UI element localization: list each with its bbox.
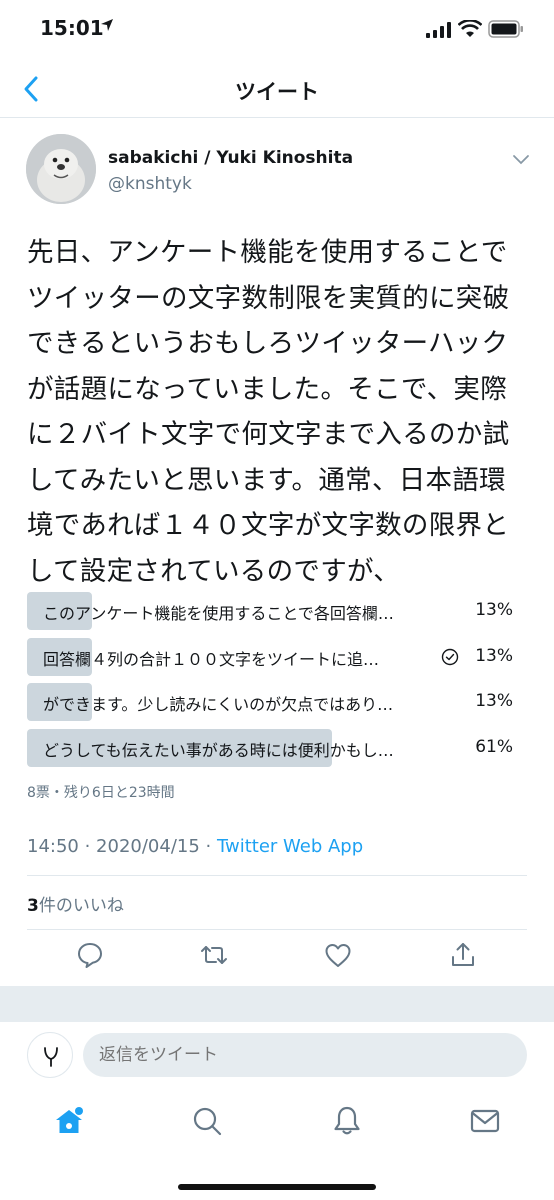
divider <box>27 875 527 876</box>
poll-option-3[interactable]: ができます。少し読みにくいのが欠点ではあり… 13% <box>27 683 527 721</box>
poll-meta: 8票・残り6日と23時間 <box>27 785 175 801</box>
reply-icon[interactable] <box>75 940 105 970</box>
tweet-line: してみたいと思います。通常、日本語環 <box>27 464 506 496</box>
tweet-actions <box>0 940 554 980</box>
poll-option-label: ができます。少し読みにくいのが欠点ではあり… <box>43 695 394 714</box>
tweet-source-link[interactable]: Twitter Web App <box>217 836 363 857</box>
poll-option-label: どうしても伝えたい事がある時には便利かもし… <box>43 740 394 760</box>
nav-bar: ツイート <box>0 60 554 118</box>
page-title: ツイート <box>235 80 319 104</box>
separator: · <box>199 836 217 857</box>
poll-option-2[interactable]: 回答欄４列の合計１００文字をツイートに追… 13% <box>27 637 527 676</box>
fork-logo-icon <box>44 1047 58 1067</box>
avatar-image <box>26 134 96 204</box>
reply-input[interactable] <box>83 1033 527 1077</box>
share-icon[interactable] <box>448 940 478 970</box>
tweet-line: ツイッターの文字数制限を実質的に突破 <box>27 282 510 314</box>
divider <box>27 929 527 930</box>
poll-option-label: このアンケート機能を使用することで各回答欄… <box>43 604 394 623</box>
chevron-down-icon[interactable] <box>512 152 530 166</box>
tweet-line: 先日、アンケート機能を使用することで <box>27 237 508 268</box>
likes-count[interactable]: 3件のいいね <box>27 891 124 916</box>
separator: · <box>78 836 97 857</box>
tweet-timestamp: 14:50 · 2020/04/15 · Twitter Web App <box>27 836 363 857</box>
home-indicator <box>178 1184 376 1190</box>
tweet-author: sabakichi / Yuki Kinoshita @knshtyk <box>26 132 536 204</box>
check-circle-icon <box>441 648 459 665</box>
battery-icon <box>488 20 523 38</box>
tweet-text: 先日、アンケート機能を使用することで ツイッターの文字数制限を実質的に突破 でき… <box>27 230 527 594</box>
location-arrow-icon <box>101 19 113 31</box>
poll-option-1[interactable]: このアンケート機能を使用することで各回答欄… 13% <box>27 592 527 630</box>
poll-option-4[interactable]: どうしても伝えたい事がある時には便利かもし… 61% <box>27 728 527 767</box>
tab-bar <box>0 1090 554 1160</box>
tweet-line: に２バイト文字で何文字まで入るのか試 <box>27 419 510 450</box>
search-icon[interactable] <box>190 1104 224 1138</box>
tweet-time: 14:50 <box>27 836 79 857</box>
status-time: 15:01 <box>40 16 104 40</box>
separator-band <box>0 986 554 1022</box>
poll-option-percent: 13% <box>475 645 513 666</box>
poll: このアンケート機能を使用することで各回答欄… 13% 回答欄４列の合計１００文字… <box>27 592 527 774</box>
author-name[interactable]: sabakichi / Yuki Kinoshita <box>108 148 353 168</box>
author-handle[interactable]: @knshtyk <box>108 174 192 194</box>
notifications-bell-icon[interactable] <box>330 1104 364 1138</box>
tweet-date: 2020/04/15 <box>96 836 200 857</box>
retweet-icon[interactable] <box>199 940 229 970</box>
poll-option-percent: 13% <box>475 600 513 620</box>
wifi-icon <box>458 20 482 37</box>
tweet-line: が話題になっていました。そこで、実際 <box>27 373 508 405</box>
tweet-line: できるというおもしろツイッターハック <box>27 328 509 359</box>
likes-number: 3 <box>27 896 39 916</box>
tweet-line: して設定されているのですが、 <box>27 555 401 587</box>
poll-option-percent: 13% <box>475 691 513 711</box>
signal-icon <box>426 22 451 38</box>
likes-label: 件のいいね <box>38 896 124 916</box>
reply-bar <box>0 1024 554 1088</box>
status-bar: 15:01 <box>0 0 554 60</box>
poll-option-percent: 61% <box>475 736 513 757</box>
poll-option-label: 回答欄４列の合計１００文字をツイートに追… <box>43 649 380 669</box>
heart-icon[interactable] <box>323 940 353 970</box>
my-avatar[interactable] <box>27 1032 73 1078</box>
messages-envelope-icon[interactable] <box>468 1104 502 1138</box>
avatar[interactable] <box>26 134 96 204</box>
tweet-line: 境であれば１４０文字が文字数の限界と <box>27 510 510 541</box>
home-icon[interactable] <box>52 1104 86 1138</box>
